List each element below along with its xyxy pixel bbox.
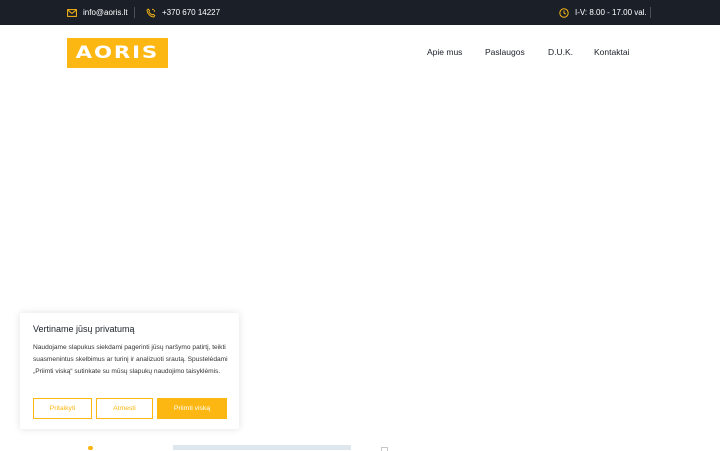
logo[interactable]: AORIS (67, 38, 168, 68)
clock-icon (559, 7, 569, 18)
hours-text: I-V: 8.00 - 17.00 val. (575, 8, 647, 17)
phone-text[interactable]: +370 670 14227 (162, 8, 220, 17)
email-text[interactable]: info@aoris.lt (83, 8, 128, 17)
phone-icon (146, 7, 156, 18)
nav-item-paslaugos[interactable]: Paslaugos (485, 47, 525, 57)
mail-icon (67, 8, 77, 17)
email-contact[interactable]: info@aoris.lt (67, 0, 128, 25)
nav-item-apie-mus[interactable]: Apie mus (427, 47, 462, 57)
content-element (381, 447, 388, 451)
customize-button[interactable]: Pritaikyti (33, 398, 92, 419)
divider (134, 7, 135, 18)
phone-contact[interactable]: +370 670 14227 (146, 0, 220, 25)
content-image (173, 445, 351, 450)
divider (650, 7, 651, 18)
reject-button[interactable]: Atmesti (96, 398, 153, 419)
logo-text: AORIS (75, 43, 160, 63)
top-info-bar: info@aoris.lt +370 670 14227 I-V: 8.00 -… (0, 0, 720, 25)
cookie-title: Vertiname jūsų privatumą (33, 324, 135, 334)
nav-item-kontaktai[interactable]: Kontaktai (594, 47, 629, 57)
cookie-consent-banner: Vertiname jūsų privatumą Naudojame slapu… (20, 313, 239, 429)
nav-item-duk[interactable]: D.U.K. (548, 47, 573, 57)
cookie-description: Naudojame slapukus siekdami pagerinti jū… (33, 344, 228, 375)
working-hours: I-V: 8.00 - 17.00 val. (559, 0, 647, 25)
content-accent (88, 446, 93, 450)
accept-all-button[interactable]: Priimti viską (157, 398, 227, 419)
